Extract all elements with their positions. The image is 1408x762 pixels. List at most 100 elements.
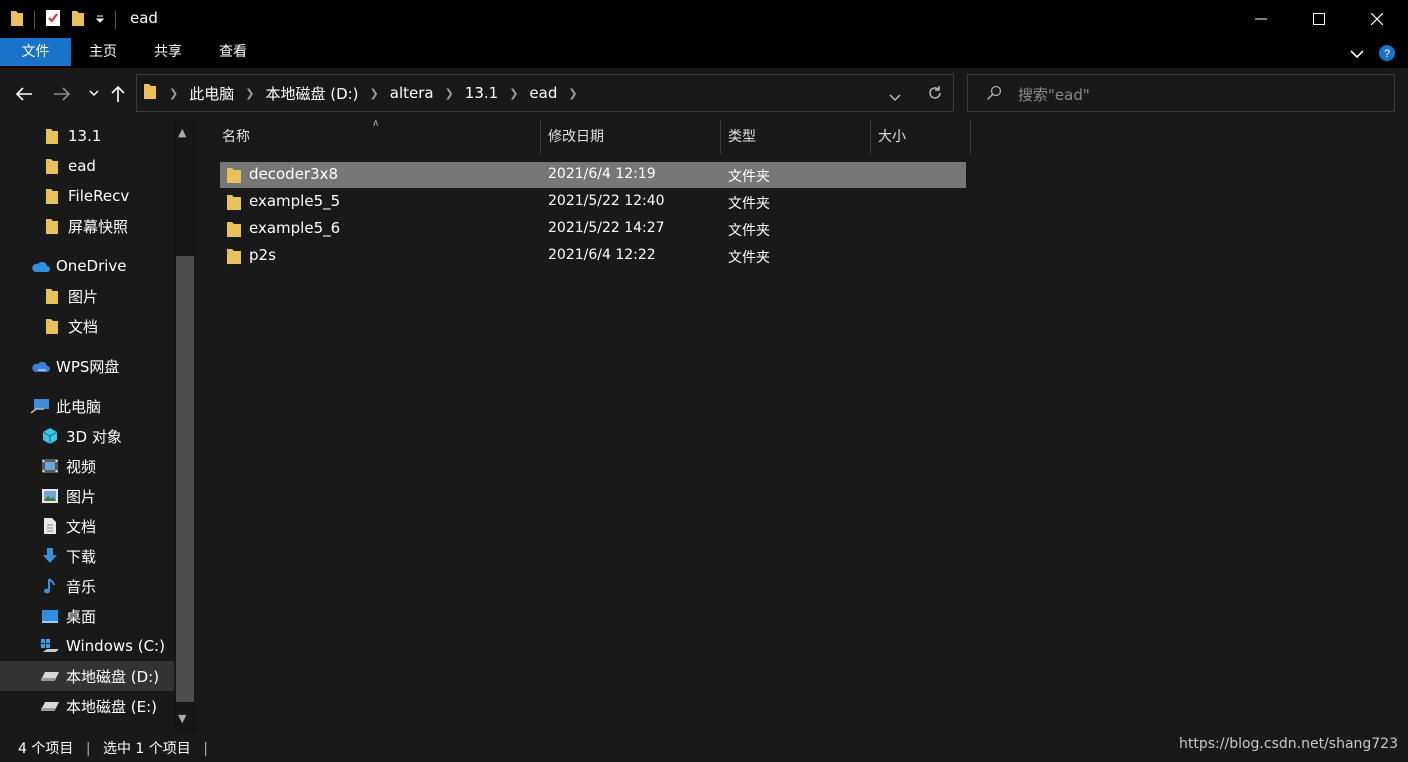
recent-locations-button[interactable]	[84, 84, 104, 104]
sidebar-item-drive-d[interactable]: 本地磁盘 (D:)	[0, 661, 174, 691]
sidebar-item-music[interactable]: 音乐	[0, 571, 174, 601]
table-row[interactable]: example5_6 2021/5/22 14:27 文件夹	[220, 216, 966, 242]
item-count: 4 个项目	[18, 741, 74, 757]
address-history-button[interactable]	[889, 90, 901, 106]
sidebar-item-screenshots[interactable]: 屏幕快照	[0, 211, 174, 241]
refresh-button[interactable]	[927, 85, 943, 105]
folder-icon[interactable]	[10, 9, 24, 31]
file-name: decoder3x8	[249, 165, 339, 183]
table-row[interactable]: decoder3x8 2021/6/4 12:19 文件夹	[220, 162, 966, 188]
sort-ascending-icon: ∧	[372, 118, 380, 129]
tab-home[interactable]: 主页	[71, 38, 135, 66]
file-type: 文件夹	[728, 169, 770, 185]
tab-file[interactable]: 文件	[0, 38, 71, 66]
sidebar-item-label: 图片	[66, 487, 97, 506]
expand-ribbon-button[interactable]	[1350, 47, 1364, 63]
help-icon: ?	[1379, 45, 1395, 61]
sidebar-scrollbar[interactable]: ▲ ▼	[174, 120, 196, 732]
sidebar-item-onedrive-documents[interactable]: 文档	[0, 311, 174, 341]
drive-icon	[40, 666, 60, 686]
sidebar-item-videos[interactable]: 视频	[0, 451, 174, 481]
scrollbar-thumb[interactable]	[176, 256, 194, 702]
folder-icon	[42, 316, 62, 336]
sidebar-item-13-1[interactable]: 13.1	[0, 121, 174, 151]
properties-icon[interactable]	[45, 9, 61, 31]
folder-icon	[226, 220, 242, 238]
forward-button[interactable]	[52, 84, 72, 104]
sidebar-item-documents[interactable]: 文档	[0, 511, 174, 541]
search-input[interactable]: 搜索"ead"	[1018, 84, 1090, 105]
folder-icon	[42, 186, 62, 206]
sidebar-item-onedrive-pictures[interactable]: 图片	[0, 281, 174, 311]
scroll-up-icon[interactable]: ▲	[178, 126, 186, 139]
title-bar: ead	[0, 0, 1408, 38]
cloud-icon	[30, 356, 50, 376]
file-name: example5_5	[249, 192, 341, 210]
breadcrumb-altera[interactable]: altera	[385, 84, 439, 102]
search-icon	[986, 85, 1002, 105]
ribbon-tabs: 文件 主页 共享 查看 ?	[0, 38, 1408, 68]
tab-share[interactable]: 共享	[135, 38, 201, 66]
search-box[interactable]: 搜索"ead"	[967, 74, 1395, 112]
chevron-right-icon[interactable]: ❯	[562, 87, 583, 100]
column-header-type[interactable]: 类型	[720, 120, 870, 154]
chevron-down-icon	[1350, 50, 1364, 59]
folder-icon	[42, 216, 62, 236]
sidebar-item-label: 本地磁盘 (D:)	[66, 667, 160, 686]
onedrive-icon	[30, 256, 50, 276]
sidebar-item-3d-objects[interactable]: 3D 对象	[0, 421, 174, 451]
file-name: p2s	[249, 246, 276, 264]
table-row[interactable]: example5_5 2021/5/22 12:40 文件夹	[220, 189, 966, 215]
maximize-button[interactable]	[1290, 0, 1348, 38]
sidebar-item-pictures[interactable]: 图片	[0, 481, 174, 511]
chevron-right-icon[interactable]: ❯	[364, 87, 385, 100]
breadcrumb-this-pc[interactable]: 此电脑	[184, 83, 239, 104]
tab-view[interactable]: 查看	[201, 38, 265, 66]
sidebar-item-wps-cloud[interactable]: WPS网盘	[0, 351, 174, 381]
sidebar-item-ead[interactable]: ead	[0, 151, 174, 181]
chevron-down-icon	[889, 94, 901, 102]
sidebar-item-filerecv[interactable]: FileRecv	[0, 181, 174, 211]
breadcrumb-ead[interactable]: ead	[524, 84, 562, 102]
folder-icon	[226, 247, 242, 265]
chevron-right-icon[interactable]: ❯	[503, 87, 524, 100]
scroll-down-icon[interactable]: ▼	[178, 712, 186, 725]
column-header-date[interactable]: 修改日期	[540, 120, 720, 154]
column-divider[interactable]	[970, 120, 971, 154]
chevron-right-icon[interactable]: ❯	[439, 87, 460, 100]
sidebar-item-drive-c[interactable]: Windows (C:)	[0, 631, 174, 661]
sidebar-item-desktop[interactable]: 桌面	[0, 601, 174, 631]
address-bar[interactable]: ❯ 此电脑 ❯ 本地磁盘 (D:) ❯ altera ❯ 13.1 ❯ ead …	[136, 74, 954, 112]
file-type: 文件夹	[728, 250, 770, 266]
sidebar-item-label: 文档	[66, 517, 97, 536]
minimize-button[interactable]	[1232, 0, 1290, 38]
customize-toolbar-icon[interactable]	[95, 12, 105, 28]
sidebar-item-label: 文档	[68, 317, 99, 336]
chevron-right-icon[interactable]: ❯	[239, 87, 260, 100]
file-name: example5_6	[249, 219, 341, 237]
folder-icon	[226, 193, 242, 211]
close-button[interactable]	[1348, 0, 1406, 38]
sidebar-item-downloads[interactable]: 下载	[0, 541, 174, 571]
sidebar-item-onedrive[interactable]: OneDrive	[0, 251, 174, 281]
arrow-up-icon	[111, 85, 125, 102]
document-icon	[40, 516, 60, 536]
new-folder-icon[interactable]	[71, 9, 85, 31]
breadcrumb-drive-d[interactable]: 本地磁盘 (D:)	[260, 83, 363, 104]
close-icon	[1371, 13, 1383, 25]
help-button[interactable]: ?	[1378, 44, 1396, 66]
sidebar-item-label: 本地磁盘 (E:)	[66, 697, 158, 716]
back-button[interactable]	[14, 84, 34, 104]
folder-icon	[226, 166, 242, 184]
chevron-right-icon[interactable]: ❯	[163, 87, 184, 100]
breadcrumb-13-1[interactable]: 13.1	[460, 84, 503, 102]
folder-icon	[42, 126, 62, 146]
sidebar-item-this-pc[interactable]: 此电脑	[0, 391, 174, 421]
up-button[interactable]	[108, 84, 128, 104]
quick-access-toolbar	[10, 9, 116, 31]
folder-icon	[143, 82, 157, 104]
table-row[interactable]: p2s 2021/6/4 12:22 文件夹	[220, 243, 966, 269]
column-header-size[interactable]: 大小	[870, 120, 970, 154]
cube-icon	[40, 426, 60, 446]
sidebar-item-drive-e[interactable]: 本地磁盘 (E:)	[0, 691, 174, 721]
